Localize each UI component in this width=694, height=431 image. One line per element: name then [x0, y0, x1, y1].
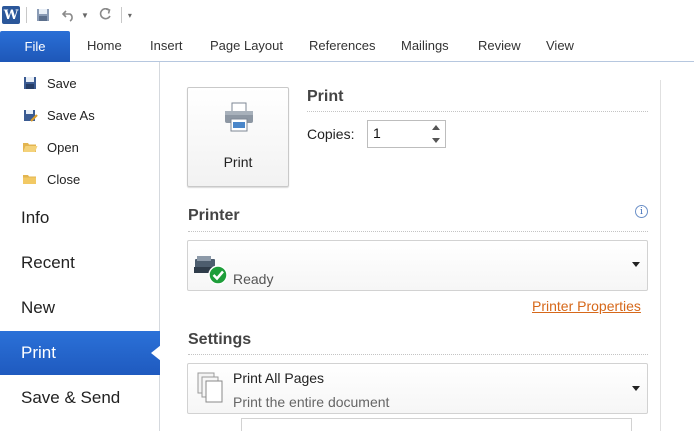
nav-item-save[interactable]: Save [0, 67, 160, 99]
save-as-icon [22, 107, 38, 123]
nav-item-label: Close [47, 171, 81, 187]
chevron-down-icon [632, 262, 640, 267]
nav-item-recent[interactable]: Recent [0, 241, 160, 285]
settings-section-title: Settings [188, 331, 252, 348]
printer-select[interactable]: Ready [187, 240, 648, 291]
undo-icon[interactable] [59, 5, 79, 25]
nav-item-save-as[interactable]: Save As [0, 99, 160, 131]
section-divider [188, 354, 648, 355]
print-button-label: Print [223, 154, 253, 170]
next-setting-select[interactable] [241, 418, 632, 431]
info-icon[interactable]: i [635, 205, 648, 218]
tab-references[interactable]: References [309, 38, 375, 53]
print-range-title: Print All Pages [233, 370, 325, 386]
copies-decrement-icon[interactable] [432, 138, 440, 143]
save-icon [22, 75, 38, 91]
copies-increment-icon[interactable] [432, 125, 440, 130]
nav-item-info[interactable]: Info [0, 196, 160, 240]
backstage-nav: Save Save As Open Close Info Recent New … [0, 62, 161, 431]
copies-value: 1 [373, 125, 381, 141]
ribbon-tab-bar: File Home Insert Page Layout References … [0, 30, 694, 62]
tab-view[interactable]: View [546, 38, 574, 53]
open-folder-icon [22, 139, 38, 155]
copies-label: Copies: [307, 126, 355, 142]
save-icon[interactable] [33, 5, 53, 25]
tab-review[interactable]: Review [478, 38, 521, 53]
nav-item-label: Open [47, 139, 79, 155]
nav-item-new[interactable]: New [0, 286, 160, 330]
quick-access-toolbar: W ▼ ▾ [0, 0, 694, 30]
tab-file[interactable]: File [0, 31, 70, 62]
chevron-down-icon [632, 386, 640, 391]
printer-properties-link[interactable]: Printer Properties [532, 298, 641, 314]
printer-section-title: Printer [188, 207, 240, 224]
nav-item-label: Save [47, 75, 77, 91]
customize-toolbar-icon[interactable]: ▾ [128, 11, 132, 20]
tab-insert[interactable]: Insert [150, 38, 183, 53]
nav-item-save-and-send[interactable]: Save & Send [0, 376, 160, 420]
section-divider [188, 231, 648, 232]
print-button[interactable]: Print [187, 87, 289, 187]
toolbar-separator [120, 7, 122, 23]
nav-item-print[interactable]: Print [0, 331, 161, 375]
word-logo-icon[interactable]: W [2, 6, 20, 24]
printer-ready-icon [194, 255, 230, 285]
pane-divider [660, 80, 661, 431]
redo-icon[interactable] [95, 5, 115, 25]
undo-dropdown-icon[interactable]: ▼ [81, 11, 89, 20]
tab-page-layout[interactable]: Page Layout [210, 38, 283, 53]
toolbar-separator [26, 7, 27, 23]
print-section-title: Print [307, 88, 344, 105]
print-range-select[interactable]: Print All Pages Print the entire documen… [187, 363, 648, 414]
tab-mailings[interactable]: Mailings [401, 38, 449, 53]
section-divider [307, 111, 648, 112]
nav-item-close[interactable]: Close [0, 163, 160, 195]
printer-icon [222, 102, 256, 132]
nav-item-label: Save As [47, 107, 95, 123]
close-folder-icon [22, 171, 38, 187]
printer-status: Ready [233, 271, 274, 287]
copies-stepper[interactable]: 1 [367, 120, 446, 148]
tab-home[interactable]: Home [87, 38, 122, 53]
print-range-subtitle: Print the entire document [233, 394, 390, 410]
pages-icon [197, 372, 223, 404]
nav-item-open[interactable]: Open [0, 131, 160, 163]
